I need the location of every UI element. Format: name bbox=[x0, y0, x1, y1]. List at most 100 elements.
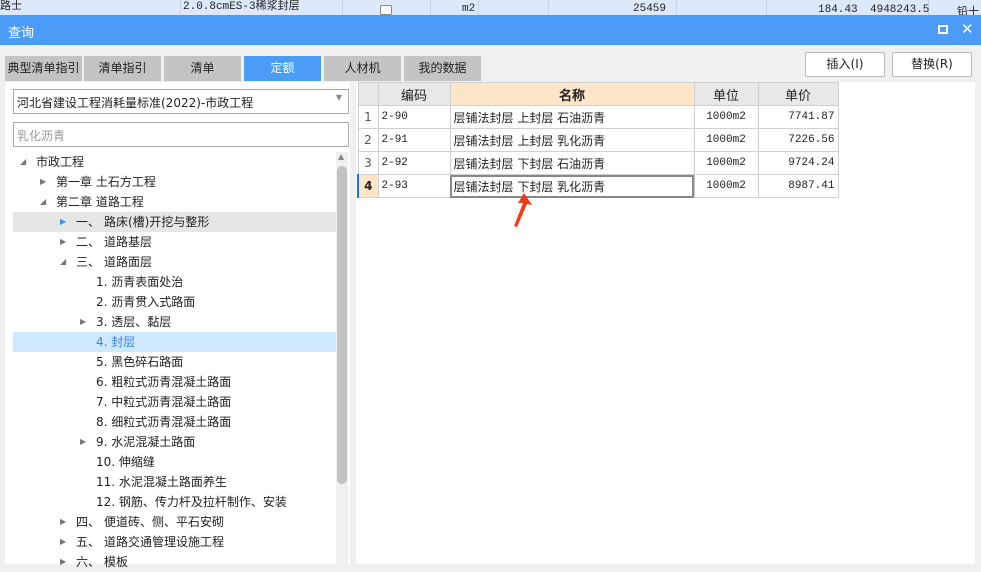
search-input[interactable]: 乳化沥青 bbox=[13, 122, 349, 147]
tree-node[interactable]: 8. 细粒式沥青混凝土路面 bbox=[13, 412, 340, 432]
price-cell[interactable]: 8987.41 bbox=[757, 174, 839, 198]
insert-button[interactable]: 插入(I) bbox=[805, 52, 885, 77]
collapsed-caret-icon[interactable]: ▶ bbox=[60, 232, 66, 252]
tree-node-label: 第二章 道路工程 bbox=[56, 195, 144, 209]
tree-node[interactable]: 2. 沥青贯入式路面 bbox=[13, 292, 340, 312]
column-header-name[interactable]: 名称 bbox=[449, 82, 695, 106]
tree-node[interactable]: ▶ 第一章 土石方工程 bbox=[13, 172, 340, 192]
column-header-price[interactable]: 单价 bbox=[757, 82, 839, 106]
quota-table: 编码 名称 单位 单价 1 2-90 层铺法封层 上封层 石油沥青 1000m2 774… bbox=[357, 82, 839, 198]
tree-node[interactable]: 11. 水泥混凝土路面养生 bbox=[13, 472, 340, 492]
tab-my-data[interactable]: 我的数据 bbox=[404, 56, 481, 81]
expanded-caret-icon[interactable]: ◢ bbox=[20, 152, 26, 172]
expanded-caret-icon[interactable]: ◢ bbox=[60, 252, 66, 272]
maximize-icon[interactable] bbox=[938, 25, 948, 34]
code-cell[interactable]: 2-91 bbox=[377, 128, 451, 152]
unit-cell[interactable]: 1000m2 bbox=[693, 174, 759, 198]
tree-node[interactable]: ▶ 五、 道路交通管理设施工程 bbox=[13, 532, 340, 552]
tree-scrollbar[interactable]: ▲ bbox=[336, 152, 348, 564]
table-row[interactable]: 2 2-91 层铺法封层 上封层 乳化沥青 1000m2 7226.56 bbox=[357, 128, 839, 152]
price-cell[interactable]: 7226.56 bbox=[757, 128, 839, 152]
collapsed-caret-icon[interactable]: ▶ bbox=[60, 512, 66, 532]
table-row[interactable]: 3 2-92 层铺法封层 下封层 石油沥青 1000m2 9724.24 bbox=[357, 151, 839, 175]
code-cell[interactable]: 2-92 bbox=[377, 151, 451, 175]
code-cell[interactable]: 2-90 bbox=[377, 105, 451, 129]
name-cell[interactable]: 层铺法封层 上封层 石油沥青 bbox=[449, 105, 695, 129]
tab-list-guide[interactable]: 清单指引 bbox=[84, 56, 161, 81]
tree-node[interactable]: ◢ 市政工程 bbox=[13, 152, 340, 172]
price-cell[interactable]: 7741.87 bbox=[757, 105, 839, 129]
collapsed-caret-icon[interactable]: ▶ bbox=[40, 172, 46, 192]
row-number[interactable]: 1 bbox=[357, 105, 379, 129]
expanded-caret-icon[interactable]: ◢ bbox=[40, 192, 46, 212]
tab-typical-list-guide[interactable]: 典型清单指引 bbox=[5, 56, 82, 81]
tree-node-label: 6. 粗粒式沥青混凝土路面 bbox=[96, 375, 232, 389]
row-number[interactable]: 3 bbox=[357, 151, 379, 175]
replace-button[interactable]: 替换(R) bbox=[892, 52, 972, 77]
tree-node[interactable]: 6. 粗粒式沥青混凝土路面 bbox=[13, 372, 340, 392]
standard-select-value: 河北省建设工程消耗量标准(2022)-市政工程 bbox=[17, 96, 254, 110]
tree-node-label: 4. 封层 bbox=[96, 335, 136, 349]
tab-labor-material-machine[interactable]: 人材机 bbox=[324, 56, 401, 81]
column-header-code[interactable]: 编码 bbox=[377, 82, 451, 106]
tree-node[interactable]: ▶ 9. 水泥混凝土路面 bbox=[13, 432, 340, 452]
scrollbar-thumb[interactable] bbox=[337, 166, 347, 484]
row-number[interactable]: 4 bbox=[357, 174, 379, 198]
tree-node[interactable]: 4. 封层 bbox=[13, 332, 340, 352]
tree-node[interactable]: ▶ 六、 模板 bbox=[13, 552, 340, 572]
collapsed-caret-icon[interactable]: ▶ bbox=[60, 552, 66, 572]
tree-node-label: 5. 黑色碎石路面 bbox=[96, 355, 184, 369]
tree-node-label: 道路基层 bbox=[104, 235, 153, 249]
collapsed-caret-icon[interactable]: ▶ bbox=[60, 532, 66, 552]
unit-cell[interactable]: 1000m2 bbox=[693, 128, 759, 152]
bg-cell: 184.43 bbox=[818, 4, 858, 15]
tree-node-label: 9. 水泥混凝土路面 bbox=[96, 435, 196, 449]
dialog-title: 查询 bbox=[8, 26, 35, 41]
tree-node-label: 7. 中粒式沥青混凝土路面 bbox=[96, 395, 232, 409]
tree-node-label: 12. 钢筋、传力杆及拉杆制作、安装 bbox=[96, 495, 287, 509]
tree-node-prefix: 二、 bbox=[76, 235, 101, 249]
tree-node-label: 模板 bbox=[104, 555, 129, 569]
collapsed-caret-icon[interactable]: ▶ bbox=[80, 432, 86, 452]
tree-node[interactable]: 5. 黑色碎石路面 bbox=[13, 352, 340, 372]
price-cell[interactable]: 9724.24 bbox=[757, 151, 839, 175]
bg-checkbox bbox=[380, 5, 392, 15]
tree-node-prefix: 六、 bbox=[76, 555, 101, 569]
tree-node[interactable]: 10. 伸缩缝 bbox=[13, 452, 340, 472]
dialog-title-bar[interactable]: 查询 ✕ bbox=[0, 15, 981, 45]
collapsed-caret-icon[interactable]: ▶ bbox=[60, 212, 66, 232]
tree-node-prefix: 三、 bbox=[76, 255, 101, 269]
tree-node[interactable]: 12. 钢筋、传力杆及拉杆制作、安装 bbox=[13, 492, 340, 512]
scroll-up-icon[interactable]: ▲ bbox=[338, 152, 344, 161]
close-icon[interactable]: ✕ bbox=[961, 20, 974, 38]
tab-quota[interactable]: 定额 bbox=[244, 56, 321, 81]
tree-node[interactable]: ▶ 四、 便道砖、侧、平石安砌 bbox=[13, 512, 340, 532]
quota-tree-panel: 河北省建设工程消耗量标准(2022)-市政工程 ▼ 乳化沥青 ◢ 市政工程 ▶ 第一章… bbox=[5, 82, 350, 569]
bg-cell: 铅十 bbox=[957, 7, 979, 15]
unit-cell[interactable]: 1000m2 bbox=[693, 105, 759, 129]
tree-node[interactable]: ▶ 二、 道路基层 bbox=[13, 232, 340, 252]
tree-node[interactable]: ◢ 三、 道路面层 bbox=[13, 252, 340, 272]
tree-node[interactable]: ▶ 一、 路床(槽)开挖与整形 bbox=[13, 212, 340, 232]
tree-node-label: 8. 细粒式沥青混凝土路面 bbox=[96, 415, 232, 429]
column-header-unit[interactable]: 单位 bbox=[693, 82, 759, 106]
tree-node[interactable]: 7. 中粒式沥青混凝土路面 bbox=[13, 392, 340, 412]
tree-node[interactable]: 1. 沥青表面处治 bbox=[13, 272, 340, 292]
name-cell[interactable]: 层铺法封层 上封层 乳化沥青 bbox=[449, 128, 695, 152]
collapsed-caret-icon[interactable]: ▶ bbox=[80, 312, 86, 332]
name-cell[interactable]: 层铺法封层 下封层 乳化沥青 bbox=[449, 174, 695, 198]
chapter-tree: ◢ 市政工程 ▶ 第一章 土石方工程 ◢ 第二章 道路工程 ▶ 一、 路床(槽)开挖与整形 ▶ 二、… bbox=[13, 152, 340, 572]
row-number[interactable]: 2 bbox=[357, 128, 379, 152]
code-cell[interactable]: 2-93 bbox=[377, 174, 451, 198]
unit-cell[interactable]: 1000m2 bbox=[693, 151, 759, 175]
table-row[interactable]: 1 2-90 层铺法封层 上封层 石油沥青 1000m2 7741.87 bbox=[357, 105, 839, 129]
tree-node-label: 道路面层 bbox=[104, 255, 153, 269]
tree-node[interactable]: ◢ 第二章 道路工程 bbox=[13, 192, 340, 212]
row-number-header bbox=[357, 82, 379, 106]
name-cell[interactable]: 层铺法封层 下封层 石油沥青 bbox=[449, 151, 695, 175]
tree-node-label: 市政工程 bbox=[36, 155, 85, 169]
table-row[interactable]: 4 2-93 层铺法封层 下封层 乳化沥青 1000m2 8987.41 bbox=[357, 174, 839, 198]
tree-node[interactable]: ▶ 3. 透层、黏层 bbox=[13, 312, 340, 332]
standard-select[interactable]: 河北省建设工程消耗量标准(2022)-市政工程 ▼ bbox=[13, 89, 349, 114]
tab-list[interactable]: 清单 bbox=[164, 56, 241, 81]
